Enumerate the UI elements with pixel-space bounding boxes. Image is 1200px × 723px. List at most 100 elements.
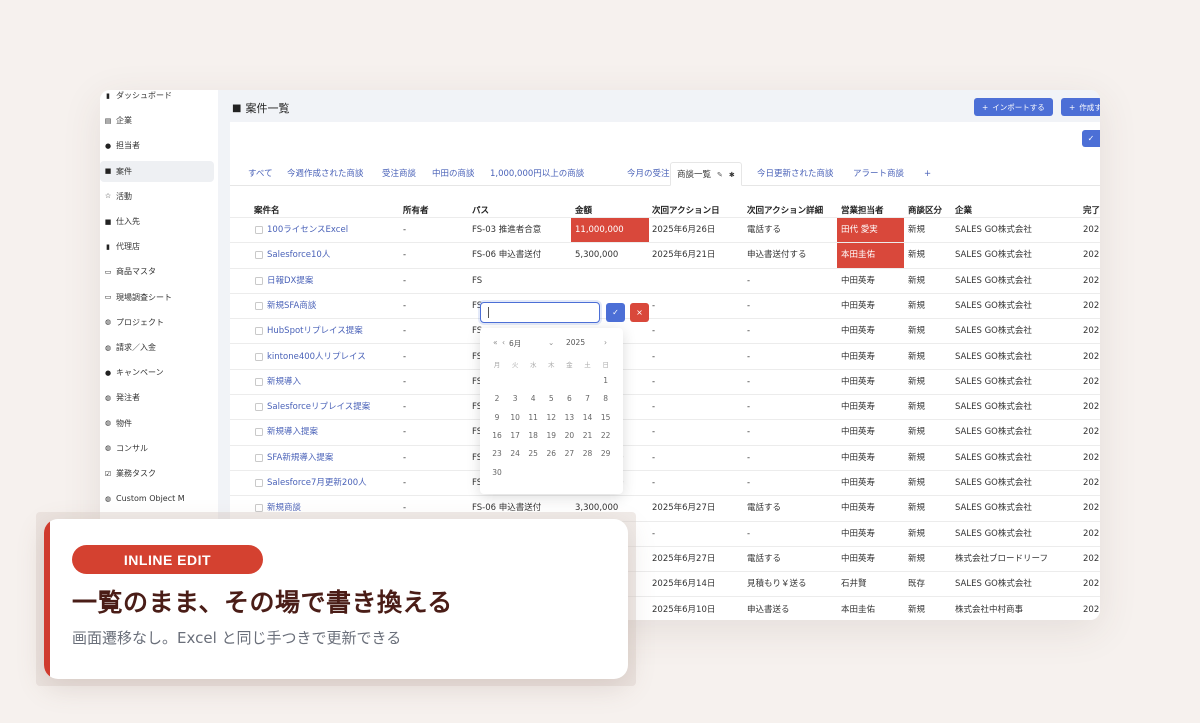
sidebar-item[interactable]: ◍ プロジェクト	[100, 312, 214, 333]
year-select[interactable]: 2025	[566, 338, 585, 347]
sidebar-item[interactable]: ◍ Custom Object M	[100, 488, 214, 509]
cancel-edit-button[interactable]: ×	[630, 303, 649, 322]
table-row[interactable]: SFA新規導入提案-FS-07 受注20,000,000--中田英寿新規SALE…	[230, 446, 1100, 471]
column-header[interactable]: パス	[472, 204, 489, 216]
calendar-day[interactable]: 10	[506, 413, 524, 422]
sidebar-item[interactable]: ◍ 発注者	[100, 387, 214, 408]
import-button[interactable]: + インポートする	[974, 98, 1053, 116]
row-checkbox[interactable]	[255, 377, 263, 386]
record-link[interactable]: Salesforceリプレイス提案	[267, 395, 370, 420]
tab[interactable]: アラート商談	[853, 162, 904, 186]
record-link[interactable]: 新規導入	[267, 370, 301, 395]
tab[interactable]: 今日更新された商談	[757, 162, 834, 186]
column-header[interactable]: 営業担当者	[841, 204, 884, 216]
table-row[interactable]: Salesforce10人 - FS-06 申込書送付 5,300,000 2025年6…	[230, 243, 1100, 269]
row-checkbox[interactable]	[255, 276, 263, 285]
tab[interactable]: 今週作成された商談	[287, 162, 364, 186]
column-header[interactable]: 金額	[575, 204, 592, 216]
record-link[interactable]: 新規SFA商談	[267, 294, 316, 319]
record-link[interactable]: Salesforce10人	[267, 243, 330, 268]
calendar-day[interactable]: 25	[524, 449, 542, 458]
calendar-day[interactable]: 6	[560, 394, 578, 403]
prev-month-icon[interactable]: ‹	[502, 338, 505, 347]
table-row[interactable]: 新規SFA商談 - FS- - - 中田英寿 新規 SALES GO株式会社 202	[230, 294, 1100, 320]
calendar-day[interactable]: 5	[542, 394, 560, 403]
row-checkbox[interactable]	[255, 352, 263, 361]
table-row[interactable]: 100ライセンスExcel - FS-03 推進者合意 11,000,000 2025年…	[230, 218, 1100, 244]
calendar-day[interactable]: 1	[597, 376, 615, 385]
calendar-day[interactable]: 28	[579, 449, 597, 458]
pencil-icon[interactable]: ✎	[717, 171, 723, 179]
row-checkbox[interactable]	[255, 453, 263, 462]
calendar-day[interactable]: 30	[488, 468, 506, 477]
sidebar-item[interactable]: ◍ 請求／入金	[100, 337, 214, 358]
sidebar-item[interactable]: ● 担当者	[100, 135, 214, 156]
column-header[interactable]: 所有者	[403, 204, 429, 216]
record-link[interactable]: Salesforce7月更新200人	[267, 471, 367, 496]
confirm-edit-button[interactable]: ✓	[606, 303, 625, 322]
tab-active[interactable]: 商談一覧 ✎ ✱	[670, 162, 742, 186]
sidebar-item[interactable]: ■ 仕入先	[100, 211, 214, 232]
sidebar-item[interactable]: ▭ 現場調査シート	[100, 287, 214, 308]
create-button[interactable]: + 作成す	[1061, 98, 1100, 116]
table-row[interactable]: Salesforceリプレイス提案 - FS- - - 中田英寿 新規 SALES GO株式会…	[230, 395, 1100, 421]
record-link[interactable]: 新規導入提案	[267, 420, 318, 445]
table-row[interactable]: kintone400人リプレイス - FS- - - 中田英寿 新規 SALES GO株式会社…	[230, 345, 1100, 370]
sidebar-item[interactable]: ◍ コンサル	[100, 438, 214, 459]
row-checkbox[interactable]	[255, 479, 263, 487]
calendar-day[interactable]: 7	[579, 394, 597, 403]
calendar-day[interactable]: 14	[579, 413, 597, 422]
column-header[interactable]: 企業	[955, 204, 972, 216]
tab[interactable]: 中田の商談	[432, 162, 475, 186]
row-checkbox[interactable]	[255, 251, 263, 260]
calendar-day[interactable]: 22	[597, 431, 615, 440]
sidebar-item[interactable]: ▭ 商品マスタ	[100, 261, 214, 282]
calendar-day[interactable]: 26	[542, 449, 560, 458]
calendar-day[interactable]: 20	[560, 431, 578, 440]
row-checkbox[interactable]	[255, 226, 263, 234]
pin-icon[interactable]: ✱	[729, 171, 735, 179]
calendar-day[interactable]: 29	[597, 449, 615, 458]
sidebar-item[interactable]: ☑ 業務タスク	[100, 463, 214, 484]
tab[interactable]: 1,000,000円以上の商談	[490, 162, 584, 186]
calendar-day[interactable]: 2	[488, 394, 506, 403]
column-header[interactable]: 案件名	[254, 204, 280, 216]
calendar-day[interactable]: 24	[506, 449, 524, 458]
check-icon[interactable]: ✓	[1082, 130, 1100, 147]
tab[interactable]: すべて	[248, 162, 273, 186]
column-header[interactable]: 商談区分	[908, 204, 942, 216]
sidebar-item[interactable]: ▤ 企業	[100, 110, 214, 131]
column-header[interactable]: 完了	[1083, 204, 1100, 216]
prev-year-icon[interactable]: «	[493, 338, 498, 347]
row-checkbox[interactable]	[255, 403, 263, 412]
tab[interactable]: 受注商談	[382, 162, 416, 186]
sidebar-item[interactable]: ▮ 代理店	[100, 236, 214, 257]
calendar-day[interactable]: 17	[506, 431, 524, 440]
sidebar-item[interactable]: ▮ ダッシュボード	[100, 90, 214, 106]
calendar-day[interactable]: 21	[579, 431, 597, 440]
table-row[interactable]: Salesforce7月更新200人-FS-07 受注14,000,000--中…	[230, 471, 1100, 497]
calendar-day[interactable]: 9	[488, 413, 506, 422]
row-checkbox[interactable]	[255, 327, 263, 336]
column-header[interactable]: 次回アクション日	[652, 204, 720, 216]
calendar-day[interactable]: 19	[542, 431, 560, 440]
calendar-day[interactable]: 23	[488, 449, 506, 458]
table-row[interactable]: HubSpotリプレイス提案 - FS- - - 中田英寿 新規 SALES GO株式会社 20…	[230, 319, 1100, 345]
sidebar-item[interactable]: ◍ 物件	[100, 413, 214, 434]
tab[interactable]: +	[924, 162, 931, 186]
record-link[interactable]: 100ライセンスExcel	[267, 218, 348, 243]
sidebar-item[interactable]: ☆ 活動	[100, 186, 214, 207]
record-link[interactable]: HubSpotリプレイス提案	[267, 319, 363, 344]
calendar-day[interactable]: 15	[597, 413, 615, 422]
record-link[interactable]: SFA新規導入提案	[267, 446, 333, 471]
calendar-day[interactable]: 13	[560, 413, 578, 422]
calendar-day[interactable]: 27	[560, 449, 578, 458]
table-row[interactable]: 新規導入 - FS- - - 中田英寿 新規 SALES GO株式会社 202	[230, 370, 1100, 396]
calendar-day[interactable]: 8	[597, 394, 615, 403]
calendar-day[interactable]: 11	[524, 413, 542, 422]
table-row[interactable]: 日報DX提案 - FS - 中田英寿 新規 SALES GO株式会社 202	[230, 269, 1100, 294]
calendar-day[interactable]: 4	[524, 394, 542, 403]
table-row[interactable]: 新規導入提案 - FS- - - 中田英寿 新規 SALES GO株式会社 202	[230, 420, 1100, 446]
inline-edit-input[interactable]	[480, 302, 600, 323]
month-select[interactable]: 6月	[509, 338, 521, 349]
